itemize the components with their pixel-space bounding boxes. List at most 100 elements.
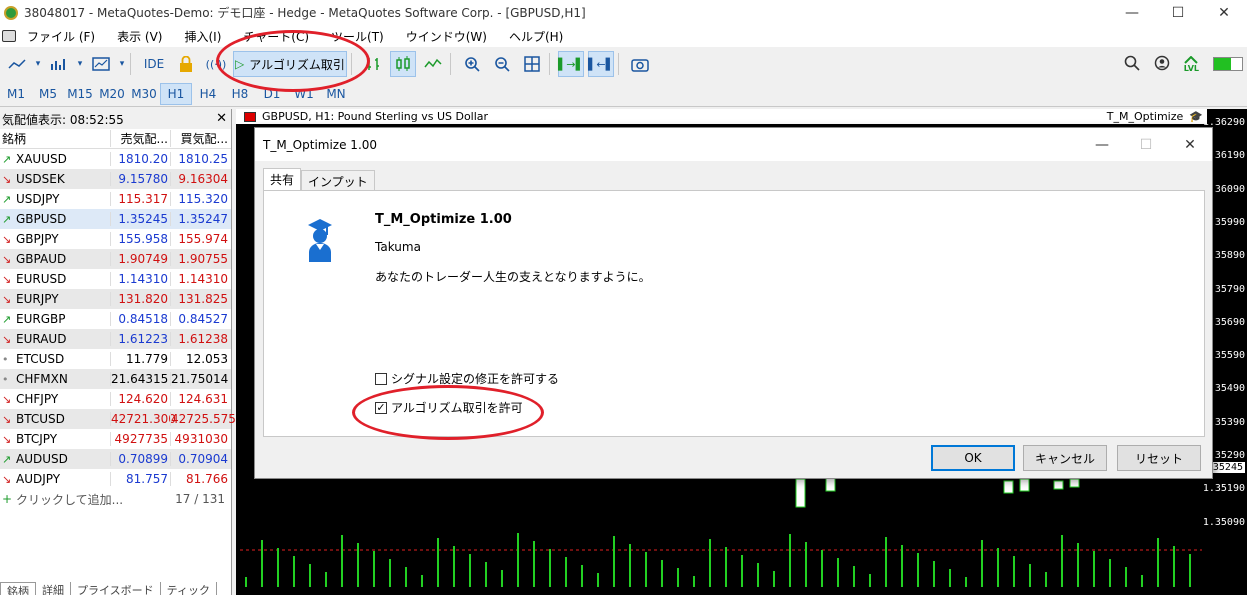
level-icon[interactable]: LVL xyxy=(1183,55,1199,73)
trend-down-icon: ↘ xyxy=(2,173,12,186)
symbol-row[interactable]: ↘ EURUSD 1.14310 1.14310 xyxy=(0,269,231,289)
symbol-row[interactable]: ↗ GBPUSD 1.35245 1.35247 xyxy=(0,209,231,229)
symbol-row[interactable]: ↗ EURGBP 0.84518 0.84527 xyxy=(0,309,231,329)
allow-signal-modify-checkbox[interactable]: シグナル設定の修正を許可する xyxy=(375,370,559,387)
timeframe-m1[interactable]: M1 xyxy=(0,83,32,105)
close-icon[interactable]: ✕ xyxy=(216,111,227,126)
column-symbol[interactable]: 銘柄 xyxy=(0,130,110,147)
trend-flat-icon: • xyxy=(2,373,9,386)
menu-insert[interactable]: 挿入(I) xyxy=(173,28,232,45)
column-ask[interactable]: 買気配... xyxy=(170,130,230,147)
chevron-down-icon[interactable]: ▾ xyxy=(76,51,84,77)
tab-details[interactable]: 詳細 xyxy=(36,582,71,595)
level-label: LVL xyxy=(1183,63,1199,73)
autoscroll-icon[interactable]: ▌→▌ xyxy=(558,51,584,77)
expert-advisor-icon xyxy=(308,219,332,262)
symbol-row[interactable]: • ETCUSD 11.779 12.053 xyxy=(0,349,231,369)
ok-button[interactable]: OK xyxy=(931,445,1015,471)
symbol-row[interactable]: ↘ GBPJPY 155.958 155.974 xyxy=(0,229,231,249)
connection-fill xyxy=(1214,58,1231,70)
timeframe-m15[interactable]: M15 xyxy=(64,83,96,105)
symbol-row[interactable]: ↗ USDJPY 115.317 115.320 xyxy=(0,189,231,209)
symbol-name: EURUSD xyxy=(16,272,67,286)
tab-common[interactable]: 共有 xyxy=(263,168,302,190)
candle xyxy=(1003,480,1014,494)
reset-button[interactable]: リセット xyxy=(1117,445,1201,471)
menu-window[interactable]: ウインドウ(W) xyxy=(395,28,498,45)
tab-priceboard[interactable]: プライスボード xyxy=(71,582,161,595)
bid-cell: 0.84518 xyxy=(110,312,170,326)
bid-cell: 131.820 xyxy=(110,292,170,306)
symbol-count: 17 / 131 xyxy=(175,492,225,506)
zoom-out-icon[interactable] xyxy=(489,51,515,77)
tab-inputs[interactable]: インプット xyxy=(301,170,375,192)
symbol-row[interactable]: ↘ USDSEK 9.15780 9.16304 xyxy=(0,169,231,189)
symbol-cell: • CHFMXN xyxy=(0,372,110,386)
ask-cell: 4931030 xyxy=(170,432,230,446)
screenshot-icon[interactable] xyxy=(627,51,653,77)
maximize-icon[interactable]: ☐ xyxy=(1155,0,1201,25)
dialog-minimize-icon[interactable]: — xyxy=(1080,128,1124,161)
timeframe-h4[interactable]: H4 xyxy=(192,83,224,105)
bid-cell: 81.757 xyxy=(110,472,170,486)
symbol-row[interactable]: ↘ GBPAUD 1.90749 1.90755 xyxy=(0,249,231,269)
symbol-row[interactable]: ↘ CHFJPY 124.620 124.631 xyxy=(0,389,231,409)
bid-cell: 21.64315 xyxy=(110,372,169,386)
dialog-close-icon[interactable]: ✕ xyxy=(1168,128,1212,161)
market-watch-title: 気配値表示: 08:52:55 xyxy=(2,112,124,127)
templates-icon[interactable] xyxy=(88,51,114,77)
bid-cell: 1.90749 xyxy=(110,252,170,266)
chevron-down-icon[interactable]: ▾ xyxy=(34,51,42,77)
line-icon[interactable] xyxy=(420,51,446,77)
line-chart-icon[interactable] xyxy=(4,51,30,77)
timeframe-m5[interactable]: M5 xyxy=(32,83,64,105)
symbol-row[interactable]: ↗ XAUUSD 1810.20 1810.25 xyxy=(0,149,231,169)
trend-down-icon: ↘ xyxy=(2,333,12,346)
symbol-row[interactable]: • CHFMXN 21.64315 21.75014 xyxy=(0,369,231,389)
menu-file[interactable]: ファイル (F) xyxy=(16,28,106,45)
menu-view[interactable]: 表示 (V) xyxy=(106,28,173,45)
bid-cell: 0.70899 xyxy=(110,452,170,466)
symbol-row[interactable]: ↘ BTCJPY 4927735 4931030 xyxy=(0,429,231,449)
menu-help[interactable]: ヘルプ(H) xyxy=(498,28,574,45)
trend-down-icon: ↘ xyxy=(2,253,12,266)
symbol-cell: ↘ BTCJPY xyxy=(0,432,110,446)
ask-cell: 42725.575 xyxy=(170,412,236,426)
tab-symbols[interactable]: 銘柄 xyxy=(0,582,36,595)
tab-ticks[interactable]: ティック xyxy=(161,582,218,595)
symbol-name: EURJPY xyxy=(16,292,59,306)
lock-icon[interactable] xyxy=(173,51,199,77)
minimize-icon[interactable]: — xyxy=(1109,0,1155,25)
dialog-maximize-icon[interactable]: ☐ xyxy=(1124,128,1168,161)
chart-window-icon[interactable] xyxy=(2,30,16,42)
ask-cell: 9.16304 xyxy=(170,172,230,186)
trend-up-icon: ↗ xyxy=(2,153,12,166)
checkbox-unchecked-icon[interactable] xyxy=(375,372,387,385)
zoom-in-icon[interactable] xyxy=(459,51,485,77)
ide-button[interactable]: IDE xyxy=(139,51,169,77)
grid-icon[interactable] xyxy=(519,51,545,77)
symbol-row[interactable]: ↘ EURJPY 131.820 131.825 xyxy=(0,289,231,309)
symbol-row[interactable]: ↗ AUDUSD 0.70899 0.70904 xyxy=(0,449,231,469)
symbol-row[interactable]: ↘ AUDJPY 81.757 81.766 xyxy=(0,469,231,489)
trend-flat-icon: • xyxy=(2,353,9,366)
timeframe-m20[interactable]: M20 xyxy=(96,83,128,105)
connection-bar[interactable] xyxy=(1213,57,1243,71)
search-icon[interactable] xyxy=(1124,55,1140,74)
candlestick-icon[interactable] xyxy=(390,51,416,77)
timeframe-m30[interactable]: M30 xyxy=(128,83,160,105)
chevron-down-icon[interactable]: ▾ xyxy=(118,51,126,77)
cancel-button[interactable]: キャンセル xyxy=(1023,445,1107,471)
timeframe-h1[interactable]: H1 xyxy=(160,82,192,105)
chart-shift-icon[interactable]: ▌←▌ xyxy=(588,51,614,77)
close-icon[interactable]: ✕ xyxy=(1201,0,1247,25)
add-symbol-row[interactable]: + クリックして追加... 17 / 131 xyxy=(0,489,231,509)
column-bid[interactable]: 売気配... xyxy=(110,130,170,147)
symbol-row[interactable]: ↘ BTCUSD 42721.300 42725.575 xyxy=(0,409,236,429)
symbol-name: AUDUSD xyxy=(16,452,68,466)
candle xyxy=(1019,478,1030,492)
account-icon[interactable] xyxy=(1154,55,1170,74)
symbol-row[interactable]: ↘ EURAUD 1.61223 1.61238 xyxy=(0,329,231,349)
indicators-icon[interactable] xyxy=(46,51,72,77)
trend-down-icon: ↘ xyxy=(2,233,12,246)
